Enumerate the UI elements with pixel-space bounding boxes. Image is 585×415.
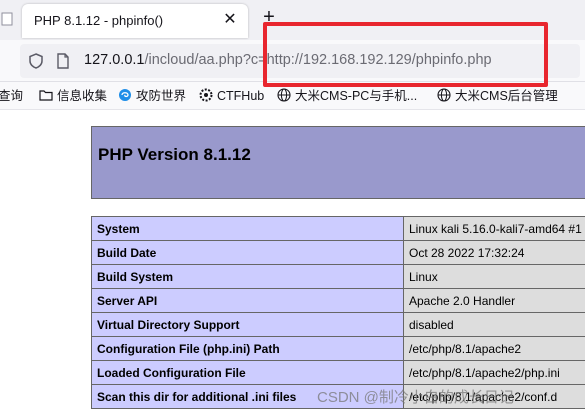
row-value: Linux kali 5.16.0-kali7-amd64 #1 — [403, 216, 585, 241]
bookmark-label: CTFHub — [217, 89, 265, 103]
bookmark-adworld[interactable]: 攻防世界 — [118, 87, 186, 105]
row-value: Apache 2.0 Handler — [403, 288, 585, 313]
row-key: Server API — [91, 288, 404, 313]
shield-icon[interactable] — [28, 53, 44, 69]
bookmark-damicms-admin[interactable]: 大米CMS后台管理 — [437, 87, 558, 105]
row-key: System — [91, 216, 404, 241]
bookmark-info-collection[interactable]: 信息收集 — [39, 87, 107, 105]
bookmark-ctfhub[interactable]: CTFHub — [199, 87, 264, 105]
bookmark-label: 攻防世界 — [136, 89, 187, 103]
folder-icon — [39, 90, 53, 101]
table-row: Server API Apache 2.0 Handler — [91, 288, 585, 313]
page-title: PHP Version 8.1.12 — [98, 145, 251, 164]
php-version-header: PHP Version 8.1.12 — [91, 126, 585, 199]
page-icon[interactable] — [56, 53, 70, 69]
tab-title: PHP 8.1.12 - phpinfo() — [34, 13, 164, 28]
bookmark-label: 大米CMS-PC与手机... — [295, 89, 418, 103]
row-key: Loaded Configuration File — [91, 360, 404, 385]
close-icon[interactable]: ✕ — [220, 10, 240, 30]
row-key: Virtual Directory Support — [91, 312, 404, 337]
tab-overflow-icon[interactable] — [0, 9, 16, 29]
row-key: Build Date — [91, 240, 404, 265]
page-content: PHP Version 8.1.12 System Linux kali 5.1… — [0, 110, 585, 415]
row-key: Build System — [91, 264, 404, 289]
row-key: Configuration File (php.ini) Path — [91, 336, 404, 361]
bookmark-label: 信息收集 — [57, 89, 108, 103]
row-value: Oct 28 2022 17:32:24 — [403, 240, 585, 265]
table-row: Virtual Directory Support disabled — [91, 312, 585, 337]
table-row: Build Date Oct 28 2022 17:32:24 — [91, 240, 585, 265]
bookmark-label: 查询 — [0, 89, 24, 103]
bookmark-query[interactable]: 查询 — [0, 87, 23, 105]
row-value: Linux — [403, 264, 585, 289]
active-tab[interactable]: PHP 8.1.12 - phpinfo() ✕ — [22, 4, 248, 38]
url-host: 127.0.0.1 — [84, 52, 145, 68]
bookmark-damicms-pc[interactable]: 大米CMS-PC与手机... — [277, 87, 417, 105]
bookmark-label: 大米CMS后台管理 — [455, 89, 558, 103]
gear-logo-icon — [199, 88, 213, 102]
table-row: System Linux kali 5.16.0-kali7-amd64 #1 — [91, 216, 585, 241]
globe-icon — [437, 88, 451, 102]
red-highlight-box — [263, 22, 548, 87]
watermark: CSDN @制冷小白的成长日记 — [317, 389, 514, 406]
row-value: /etc/php/8.1/apache2/php.ini — [403, 360, 585, 385]
globe-icon — [277, 88, 291, 102]
row-value: /etc/php/8.1/apache2 — [403, 336, 585, 361]
row-value: disabled — [403, 312, 585, 337]
phpinfo-table: System Linux kali 5.16.0-kali7-amd64 #1 … — [91, 216, 585, 409]
swirl-logo-icon — [119, 89, 131, 101]
table-row: Configuration File (php.ini) Path /etc/p… — [91, 336, 585, 361]
table-row: Build System Linux — [91, 264, 585, 289]
table-row: Loaded Configuration File /etc/php/8.1/a… — [91, 360, 585, 385]
